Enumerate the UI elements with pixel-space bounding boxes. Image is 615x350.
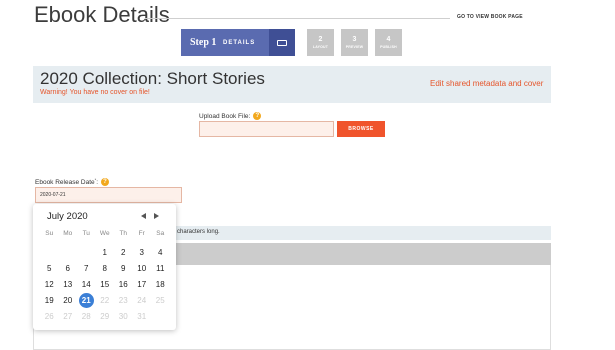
help-icon[interactable]: ?: [253, 112, 262, 120]
day-cell: 29: [100, 311, 110, 321]
release-date-label: Ebook Release Date*: ?: [35, 177, 109, 186]
empty-day-cell: [77, 244, 96, 260]
view-book-page-link[interactable]: GO TO VIEW BOOK PAGE: [457, 14, 523, 20]
selected-day-cell[interactable]: 21: [77, 292, 96, 308]
day-cell[interactable]: 11: [151, 260, 170, 276]
step-number: 4: [386, 36, 391, 43]
day-cell[interactable]: 15: [96, 276, 115, 292]
collection-title: 2020 Collection: Short Stories: [40, 69, 265, 88]
upload-label-text: Upload Book File:: [199, 112, 251, 120]
day-cell: 31: [137, 311, 147, 321]
datepicker-grid: Su Mo Tu We Th Fr Sa 1 2 3 4 5 6 7 8 9 10 11 12 13 14 15 16 17 1…: [40, 228, 170, 324]
prev-month-icon[interactable]: [141, 213, 146, 219]
weekday-header: Mo: [63, 229, 73, 237]
step-number: 3: [352, 36, 357, 43]
step-2-layout[interactable]: 2 LAYOUT: [307, 29, 334, 56]
day-cell[interactable]: 2: [114, 244, 133, 260]
datepicker-month: July 2020: [47, 211, 88, 222]
weekday-header: We: [99, 229, 110, 237]
page-title: Ebook Details: [34, 2, 170, 27]
day-cell: 22: [100, 295, 110, 305]
step-1-label: Step 1: [190, 37, 217, 48]
edit-metadata-link[interactable]: Edit shared metadata and cover: [430, 79, 543, 88]
next-month-icon[interactable]: [154, 213, 159, 219]
upload-file-field[interactable]: [199, 121, 334, 137]
day-cell[interactable]: 1: [96, 244, 115, 260]
weekday-header: Tu: [82, 229, 90, 237]
day-cell[interactable]: 4: [151, 244, 170, 260]
day-cell[interactable]: 19: [40, 292, 59, 308]
day-cell: 25: [155, 295, 165, 305]
weekday-header: Sa: [156, 229, 165, 237]
day-cell[interactable]: 8: [96, 260, 115, 276]
day-cell: 28: [81, 311, 91, 321]
release-date-input[interactable]: 2020-07-21: [35, 187, 182, 203]
help-icon[interactable]: ?: [101, 177, 109, 186]
weekday-header: Fr: [138, 229, 145, 237]
keyboard-icon: [269, 29, 295, 56]
day-cell: 24: [137, 295, 147, 305]
browse-button[interactable]: BROWSE: [337, 121, 385, 137]
release-date-label-text: Ebook Release Date*:: [35, 177, 98, 187]
day-cell[interactable]: 5: [40, 260, 59, 276]
step-label: PREVIEW: [345, 45, 364, 49]
day-cell[interactable]: 7: [77, 260, 96, 276]
step-4-publish[interactable]: 4 PUBLISH: [375, 29, 402, 56]
title-divider: [145, 18, 450, 19]
step-label: LAYOUT: [312, 45, 329, 49]
day-cell[interactable]: 20: [59, 292, 78, 308]
day-cell[interactable]: 14: [77, 276, 96, 292]
step-1-name: DETAILS: [223, 39, 256, 46]
day-cell: 26: [44, 311, 54, 321]
day-cell: 30: [118, 311, 128, 321]
day-cell[interactable]: 16: [114, 276, 133, 292]
empty-day-cell: [40, 244, 59, 260]
step-label: PUBLISH: [380, 45, 397, 49]
info-text: 0 characters long.: [172, 229, 220, 235]
upload-label: Upload Book File: ?: [199, 112, 262, 120]
cover-warning: Warning! You have no cover on file!: [40, 89, 150, 96]
day-cell[interactable]: 6: [59, 260, 78, 276]
day-cell: 27: [63, 311, 73, 321]
day-cell[interactable]: 18: [151, 276, 170, 292]
day-cell[interactable]: 3: [133, 244, 152, 260]
day-cell[interactable]: 17: [133, 276, 152, 292]
day-cell[interactable]: 13: [59, 276, 78, 292]
step-number: 2: [318, 36, 323, 43]
step-3-preview[interactable]: 3 PREVIEW: [341, 29, 368, 56]
step-1-details[interactable]: Step 1 DETAILS: [181, 29, 295, 56]
day-cell[interactable]: 10: [133, 260, 152, 276]
day-cell[interactable]: 9: [114, 260, 133, 276]
day-cell[interactable]: 12: [40, 276, 59, 292]
weekday-header: Su: [45, 229, 54, 237]
day-cell: 23: [118, 295, 128, 305]
empty-day-cell: [59, 244, 78, 260]
weekday-header: Th: [119, 229, 128, 237]
empty-day-cell: [151, 308, 170, 324]
